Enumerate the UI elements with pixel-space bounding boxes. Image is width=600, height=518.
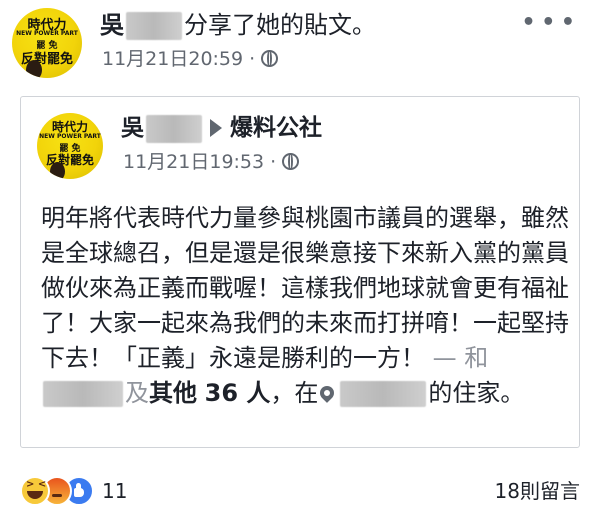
blurred-name [146, 114, 202, 143]
shared-post-headline: 吳 爆料公社 [121, 111, 322, 145]
blurred-name [126, 12, 182, 40]
author-name-link[interactable]: 吳 [100, 11, 124, 39]
avatar-text: NEW POWER PART [39, 133, 101, 140]
reactions-summary[interactable]: 11 [20, 476, 127, 506]
shared-post-card[interactable]: 時代力 NEW POWER PART 罷 免 反對罷免 吳 爆料公社 11月21日… [20, 96, 580, 448]
post-timestamp-link[interactable]: 11月21日20:59 [102, 48, 243, 70]
meta-separator: · [249, 48, 256, 70]
tagged-others-link[interactable]: 其他 [149, 379, 197, 407]
post-meta: 11月21日20:59 · [102, 46, 279, 72]
avatar[interactable]: 時代力 NEW POWER PART 罷 免 反對罷免 [37, 113, 103, 179]
avatar-person-image [26, 60, 42, 78]
location-suffix: 的住家。 [428, 379, 525, 407]
post-body: 明年將代表時代力量參與桃園市議員的選舉，雖然是全球總召，但是還是很樂意接下來新入… [41, 201, 571, 411]
tagged-count-link[interactable]: 36 人 [205, 379, 271, 407]
group-name-link[interactable]: 爆料公社 [230, 115, 322, 141]
avatar-person-image [50, 162, 65, 179]
arrow-right-icon [210, 119, 222, 137]
map-pin-icon [317, 383, 338, 403]
author-name-link[interactable]: 吳 [121, 115, 144, 141]
share-headline: 吳 分享了她的貼文。 [100, 8, 376, 42]
blurred-location [340, 381, 427, 407]
post-body-text: 明年將代表時代力量參與桃園市議員的選舉，雖然是全球總召，但是還是很樂意接下來新入… [41, 204, 569, 372]
avatar-text: 反對罷免 [20, 52, 73, 67]
comments-count-link[interactable]: 18則留言 [495, 476, 580, 506]
reaction-count[interactable]: 11 [102, 479, 127, 503]
haha-icon [20, 476, 50, 506]
post-timestamp-link[interactable]: 11月21日19:53 [123, 151, 264, 173]
blurred-tagged-name [43, 381, 123, 407]
avatar[interactable]: 時代力 NEW POWER PART 罷 免 反對罷免 [12, 8, 82, 78]
tagged-with-label: — 和 [432, 344, 489, 372]
location-prefix: ，在 [270, 379, 319, 407]
avatar-text: NEW POWER PART [16, 30, 78, 37]
globe-icon[interactable] [282, 153, 300, 170]
shared-post-label: 分享了她的貼文。 [184, 11, 376, 39]
post-meta: 11月21日19:53 · [123, 149, 300, 175]
tagged-and-label: 及 [125, 379, 149, 407]
meta-separator: · [270, 151, 277, 173]
avatar-text: 反對罷免 [45, 153, 94, 167]
more-options-icon[interactable]: • • • [521, 10, 575, 35]
globe-icon[interactable] [261, 50, 279, 67]
